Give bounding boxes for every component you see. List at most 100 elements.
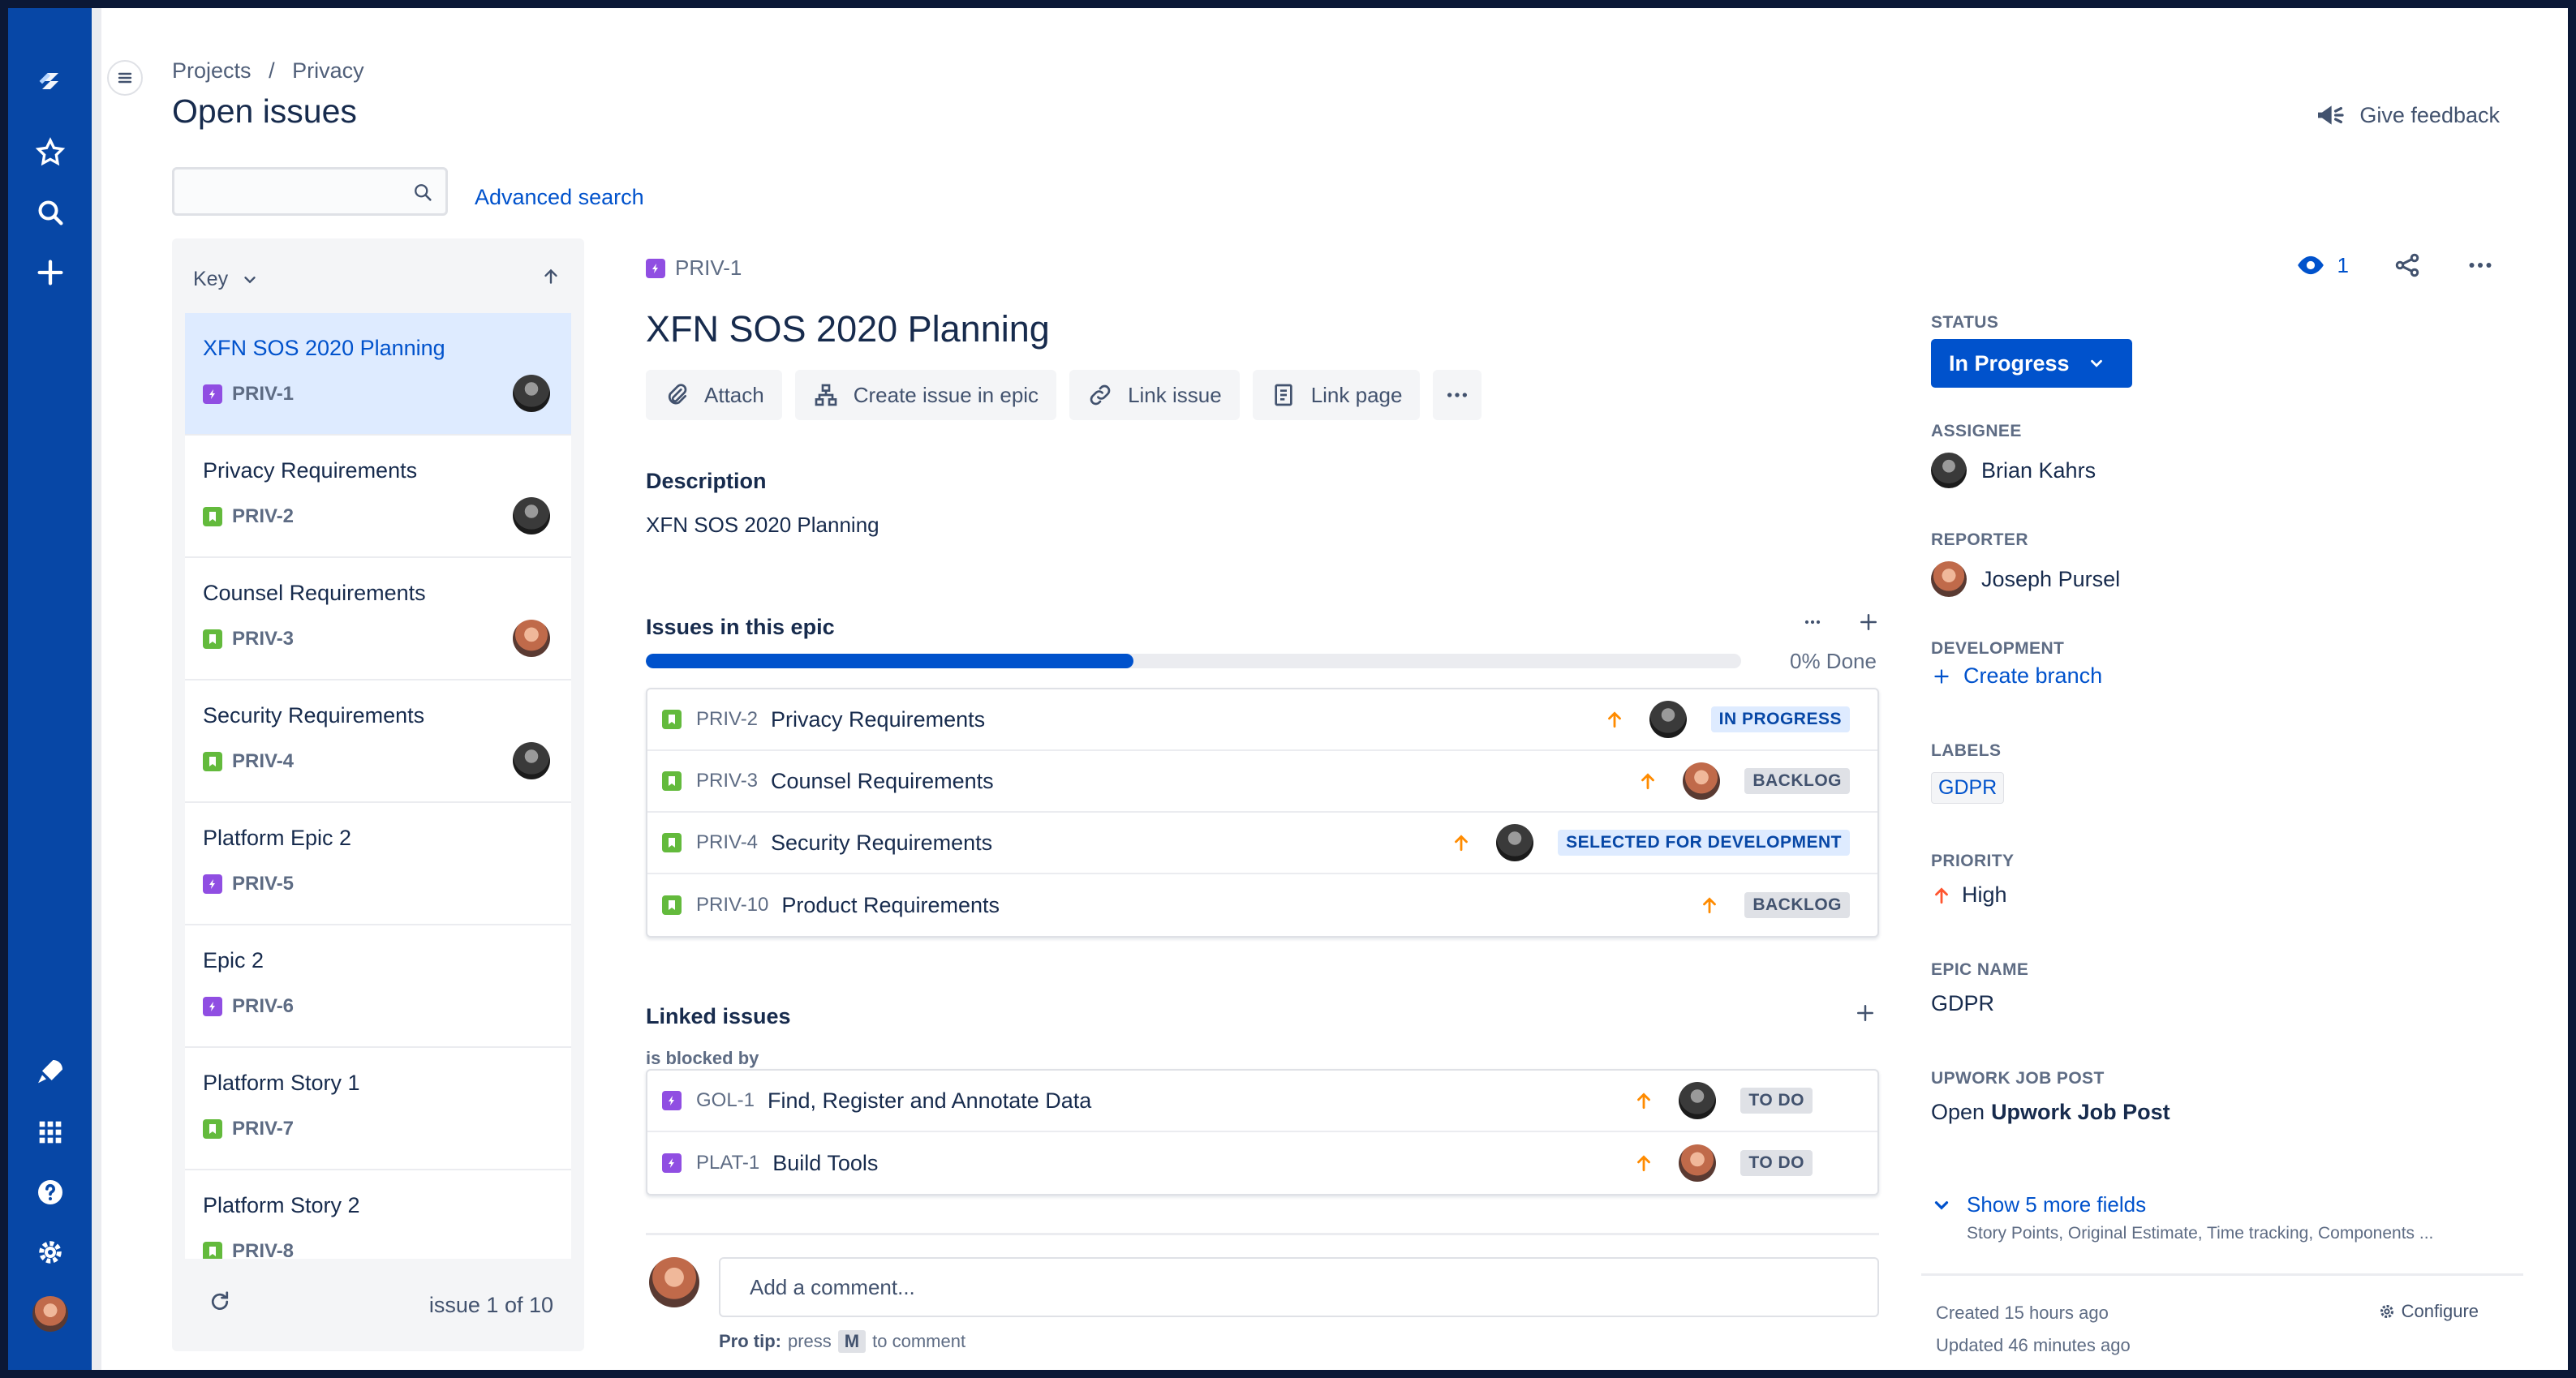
child-issue-summary[interactable]: Security Requirements (771, 831, 992, 856)
add-link-icon[interactable] (1853, 1001, 1877, 1025)
priority-high-icon (1641, 773, 1655, 790)
child-issue-row[interactable]: PRIV-2 Privacy Requirements IN PROGRESS (647, 689, 1877, 751)
app-frame: Projects / Privacy Open issues Give feed… (8, 8, 2568, 1370)
issue-list-item[interactable]: Privacy Requirements PRIV-2 (185, 436, 571, 558)
issue-key-row: PRIV-5 (203, 873, 294, 895)
assignee-avatar (1931, 453, 1967, 488)
child-issue-key[interactable]: PRIV-3 (696, 770, 758, 792)
sort-dropdown[interactable]: Key (193, 268, 259, 291)
priority-picker[interactable]: High (1931, 882, 2014, 908)
child-issue-summary[interactable]: Counsel Requirements (771, 769, 994, 794)
search-input[interactable] (174, 170, 445, 213)
issue-key-row: PRIV-3 (203, 628, 294, 650)
issue-key-breadcrumb[interactable]: PRIV-1 (646, 255, 742, 281)
search-icon[interactable] (28, 190, 73, 235)
epic-issues-heading: Issues in this epic (646, 615, 835, 639)
breadcrumb-projects[interactable]: Projects (172, 58, 252, 83)
chevron-down-icon (2090, 359, 2102, 367)
link-issue-button[interactable]: Link issue (1069, 370, 1240, 420)
refresh-icon[interactable] (208, 1290, 232, 1314)
assignee-picker[interactable]: Brian Kahrs (1931, 453, 2096, 488)
linked-issue-key[interactable]: PLAT-1 (696, 1152, 759, 1174)
issue-list-item[interactable]: Platform Story 2 PRIV-8 (185, 1170, 571, 1259)
child-issue-row[interactable]: PRIV-10 Product Requirements BACKLOG (647, 874, 1877, 936)
breadcrumb-project[interactable]: Privacy (292, 58, 364, 83)
issue-list-item[interactable]: Counsel Requirements PRIV-3 (185, 558, 571, 680)
more-actions-button[interactable] (1433, 370, 1482, 420)
child-issue-key[interactable]: PRIV-10 (696, 894, 768, 917)
priority-high-icon (1703, 897, 1717, 914)
issue-list-item[interactable]: Platform Epic 2 PRIV-5 (185, 803, 571, 925)
assignee-avatar (513, 620, 550, 657)
issue-list-item[interactable]: XFN SOS 2020 Planning PRIV-1 (185, 313, 571, 436)
attach-label: Attach (704, 382, 764, 407)
development-label: DEVELOPMENT (1931, 639, 2065, 658)
child-issue-summary[interactable]: Privacy Requirements (771, 707, 985, 732)
star-icon[interactable] (28, 130, 73, 175)
child-issue-key[interactable]: PRIV-4 (696, 831, 758, 854)
more-options-icon[interactable] (2466, 251, 2495, 280)
page-title: Open issues (172, 92, 357, 130)
settings-icon[interactable] (28, 1230, 73, 1275)
share-icon[interactable] (2393, 251, 2422, 280)
reporter-field: REPORTER Joseph Pursel (1931, 530, 2120, 597)
collapse-sidebar-button[interactable] (107, 60, 143, 96)
upwork-link[interactable]: Upwork Job Post (1991, 1100, 2170, 1125)
apps-grid-icon[interactable] (28, 1110, 73, 1155)
link-page-button[interactable]: Link page (1252, 370, 1421, 420)
labels-value[interactable]: GDPR (1931, 772, 2005, 804)
issue-list-item[interactable]: Platform Story 1 PRIV-7 (185, 1048, 571, 1170)
linked-issue-summary[interactable]: Find, Register and Annotate Data (768, 1088, 1091, 1114)
show-more-fields[interactable]: Show 5 more fields (1931, 1192, 2433, 1217)
menu-icon (118, 72, 132, 84)
create-branch-link[interactable]: Create branch (1931, 663, 2102, 689)
updated-time: Updated 46 minutes ago (1936, 1335, 2131, 1355)
priority-value: High (1962, 882, 2007, 907)
description-text[interactable]: XFN SOS 2020 Planning (646, 513, 879, 538)
linked-issue-key[interactable]: GOL-1 (696, 1089, 755, 1112)
story-icon (203, 1242, 222, 1259)
child-issue-key[interactable]: PRIV-2 (696, 708, 758, 731)
issue-key: PRIV-1 (675, 255, 742, 280)
megaphone-icon (2318, 105, 2345, 125)
more-horizontal-icon[interactable] (1801, 611, 1824, 633)
advanced-search-link[interactable]: Advanced search (475, 185, 644, 210)
issue-summary: Counsel Requirements (203, 581, 426, 605)
status-dropdown[interactable]: In Progress (1931, 339, 2132, 388)
jira-logo-icon[interactable] (28, 58, 73, 104)
more-fields-toggle[interactable]: Show 5 more fields Story Points, Origina… (1931, 1192, 2433, 1243)
development-field: DEVELOPMENT Create branch (1931, 639, 2102, 689)
sort-order-button[interactable] (540, 266, 561, 291)
rocket-icon[interactable] (28, 1050, 73, 1095)
issue-key-row: PRIV-2 (203, 505, 294, 528)
child-issue-row[interactable]: PRIV-4 Security Requirements SELECTED FOR … (647, 813, 1877, 874)
linked-issue-meta: TO DO (1633, 1144, 1813, 1182)
comment-input[interactable] (720, 1259, 1877, 1316)
issue-list-panel: Key XFN SOS 2020 Planning PRIV-1 Privacy R… (172, 238, 584, 1351)
status-lozenge: TO DO (1740, 1150, 1813, 1176)
issue-list-item[interactable]: Epic 2 PRIV-6 (185, 925, 571, 1048)
priority-high-icon (1637, 1155, 1651, 1172)
give-feedback-button[interactable]: Give feedback (2314, 99, 2500, 131)
watch-button[interactable]: 1 (2295, 250, 2349, 281)
attach-button[interactable]: Attach (646, 370, 782, 420)
reporter-picker[interactable]: Joseph Pursel (1931, 561, 2120, 597)
watch-count: 1 (2337, 252, 2349, 277)
help-icon[interactable] (28, 1170, 73, 1215)
issue-title[interactable]: XFN SOS 2020 Planning (646, 308, 1050, 350)
child-issue-row[interactable]: PRIV-3 Counsel Requirements BACKLOG (647, 751, 1877, 813)
profile-avatar[interactable] (28, 1291, 73, 1337)
linked-issue-row[interactable]: PLAT-1 Build Tools TO DO (647, 1132, 1877, 1194)
plus-icon[interactable] (28, 250, 73, 295)
add-child-icon[interactable] (1856, 610, 1881, 634)
child-issue-summary[interactable]: Product Requirements (781, 893, 1000, 918)
epic-name-value[interactable]: GDPR (1931, 991, 2028, 1016)
linked-issue-row[interactable]: GOL-1 Find, Register and Annotate Data TO … (647, 1071, 1877, 1132)
label-chip[interactable]: GDPR (1931, 772, 2005, 804)
issue-list-item[interactable]: Security Requirements PRIV-4 (185, 680, 571, 803)
more-horizontal-icon (1447, 393, 1468, 397)
configure-button[interactable]: Configure (2377, 1301, 2479, 1322)
create-issue-in-epic-button[interactable]: Create issue in epic (794, 370, 1057, 420)
linked-issue-summary[interactable]: Build Tools (772, 1151, 878, 1176)
chevron-down-icon (1934, 1200, 1949, 1210)
